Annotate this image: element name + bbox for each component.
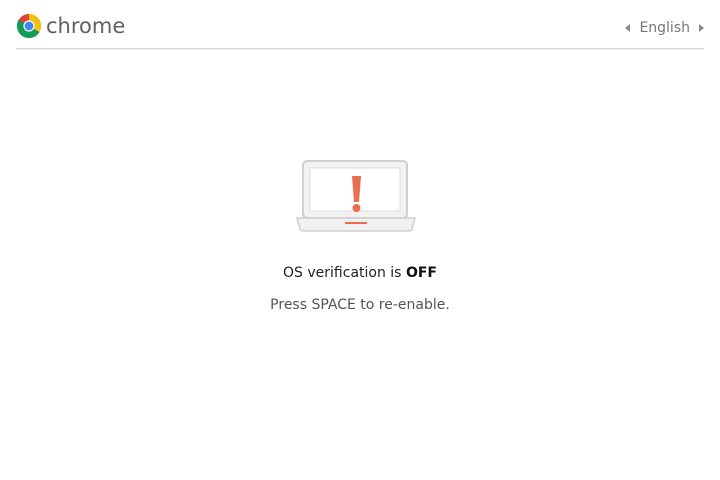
triangle-left-icon[interactable] <box>625 24 631 32</box>
brand: chrome <box>16 13 125 39</box>
header-bar: chrome English <box>16 10 704 49</box>
laptop-warning-icon <box>296 160 416 232</box>
language-selector[interactable]: English <box>625 20 704 36</box>
status-off: OFF <box>405 265 437 281</box>
brand-name: chrome <box>46 14 126 38</box>
title-prefix: OS verification is <box>283 265 406 281</box>
language-label[interactable]: English <box>639 20 690 36</box>
verification-status-title: OS verification is OFF <box>0 265 720 281</box>
triangle-right-icon[interactable] <box>699 24 704 32</box>
chrome-logo-icon <box>16 13 42 39</box>
reenable-instruction: Press SPACE to re-enable. <box>270 297 450 313</box>
